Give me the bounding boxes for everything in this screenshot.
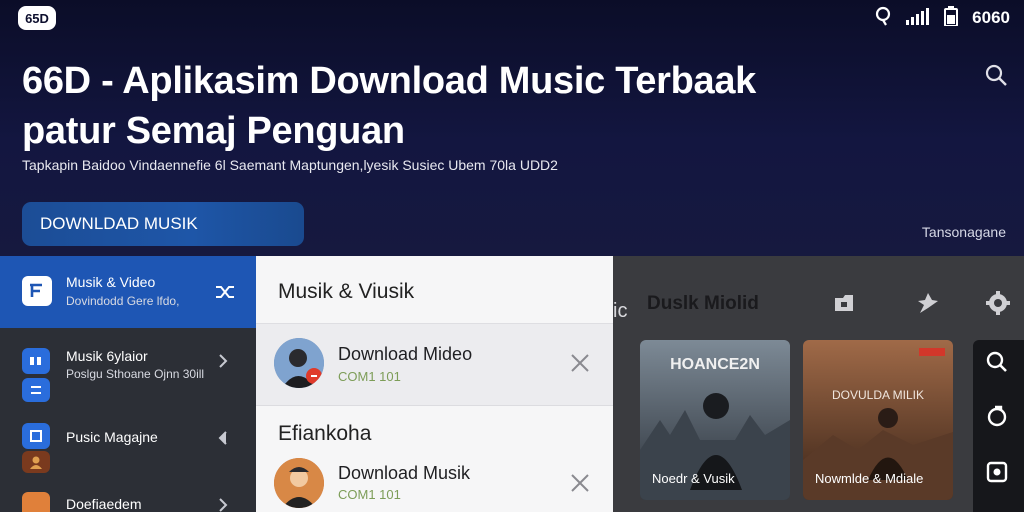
artist-thumbnail-icon — [22, 451, 50, 473]
content-panel: ic Duslk Miolid HOANCE2N Noedr & Vusik D… — [613, 256, 1024, 512]
card-caption: Nowmlde & Mdiale — [815, 471, 924, 486]
sidebar-item-video[interactable]: Musik & Video Dovindodd Gere lfdo, — [0, 256, 256, 328]
download-row-label: Download Mideo — [338, 344, 473, 364]
search-icon[interactable] — [985, 350, 1009, 379]
close-button[interactable] — [569, 472, 591, 494]
download-row-count: COM1 101 — [338, 369, 401, 384]
vertical-toolbar — [973, 340, 1024, 512]
magazine-icon — [22, 423, 50, 449]
section-title: Efiankoha — [278, 422, 372, 445]
media-card[interactable]: HOANCE2N Noedr & Vusik — [640, 340, 790, 500]
sidebar-item-subtitle: Poslgu Sthoane Ojnn 30ill — [66, 367, 205, 381]
shuffle-icon[interactable] — [214, 282, 236, 307]
sidebar: Musik & Video Dovindodd Gere lfdo, Musik… — [0, 256, 256, 512]
gear-icon[interactable] — [985, 290, 1011, 316]
page-title: 66D - Aplikasim Download Music Terbaak p… — [22, 56, 822, 156]
sidebar-item-title: Musik 6ylaior — [66, 348, 148, 364]
title-line-1: 66D - Aplikasim Download Music Terbaak — [22, 60, 757, 102]
pin-icon[interactable] — [915, 290, 941, 316]
panel-title: Duslk Miolid — [647, 293, 759, 314]
download-row-count: COM1 101 — [338, 487, 401, 502]
card-artwork-text: DOVULDA MILIK — [831, 388, 925, 402]
sidebar-item-title: Pusic Magajne — [66, 429, 158, 445]
app-badge: 65D — [18, 6, 56, 30]
download-row-label: Download Musik — [338, 463, 471, 483]
video-icon — [22, 276, 52, 306]
signal-icon — [906, 7, 930, 30]
chevron-left-icon — [218, 431, 228, 450]
hero-subtitle: Tapkapin Baidoo Vindaennefie 6l Saemant … — [22, 157, 558, 173]
download-dialog: Musik & Viusik Download Mideo COM1 101 E… — [256, 256, 613, 512]
dialog-header: Musik & Viusik — [256, 256, 613, 324]
card-artwork-text: HOANCE2N — [670, 356, 760, 373]
sidebar-item-title: Musik & Video — [66, 274, 156, 290]
sidebar-item-title: Doefiaedem — [66, 496, 142, 512]
download-row-music[interactable]: Download Musik COM1 101 — [256, 452, 613, 512]
dialog-title: Musik & Viusik — [278, 280, 415, 303]
refresh-icon[interactable] — [985, 404, 1009, 433]
document-icon — [22, 492, 50, 512]
equalizer-icon — [22, 378, 50, 402]
chevron-right-icon — [218, 498, 228, 512]
card-caption: Noedr & Vusik — [652, 471, 735, 486]
battery-icon — [944, 5, 959, 31]
sidebar-item-music[interactable]: Musik 6ylaior Poslgu Sthoane Ojnn 30ill — [0, 344, 256, 404]
chevron-right-icon — [218, 354, 228, 373]
folder-icon[interactable] — [831, 290, 857, 316]
hero-right-link[interactable]: Tansonagane — [922, 224, 1006, 240]
status-time: 6060 — [972, 8, 1010, 27]
search-button[interactable] — [984, 63, 1008, 87]
download-row-video[interactable]: Download Mideo COM1 101 — [256, 324, 613, 406]
close-button[interactable] — [569, 352, 591, 374]
sidebar-item-document[interactable]: Doefiaedem — [0, 492, 256, 512]
panel-edge-label: ic — [613, 300, 628, 322]
avatar — [274, 458, 324, 508]
download-icon[interactable] — [985, 460, 1009, 489]
download-music-button[interactable]: DOWNLDAD MUSIK — [22, 202, 304, 246]
location-icon — [874, 6, 892, 31]
avatar — [274, 338, 324, 388]
close-icon — [571, 474, 589, 492]
status-bar: 6060 — [874, 5, 1010, 31]
media-card[interactable]: DOVULDA MILIK Nowmlde & Mdiale — [803, 340, 953, 500]
sidebar-item-subtitle: Dovindodd Gere lfdo, — [66, 294, 180, 308]
music-icon — [22, 348, 50, 374]
search-icon — [985, 64, 1007, 86]
sidebar-item-magazine[interactable]: Pusic Magajne — [0, 421, 256, 473]
close-icon — [571, 354, 589, 372]
hero-header: 65D 6060 66D - Aplikasim Download Music … — [0, 0, 1024, 256]
title-line-2: patur Semaj Penguan — [22, 110, 405, 152]
